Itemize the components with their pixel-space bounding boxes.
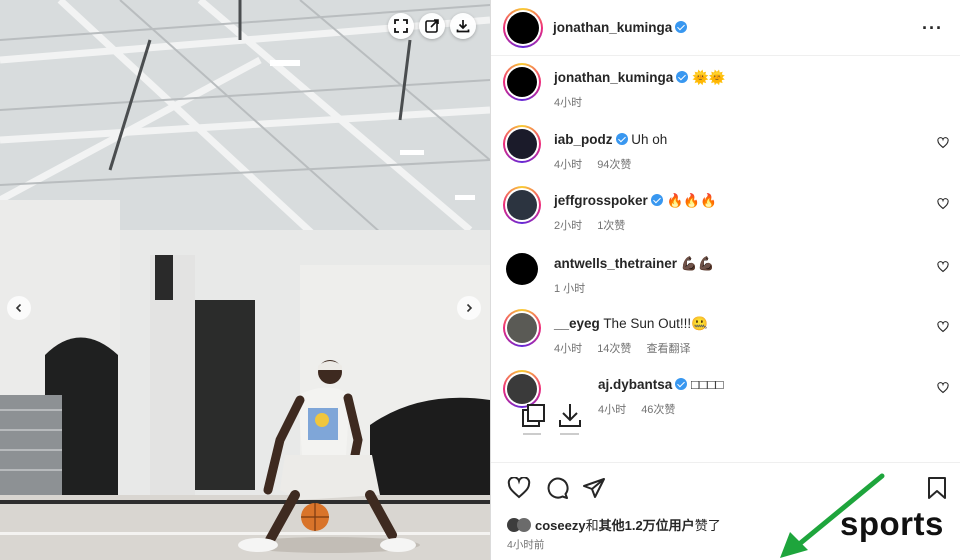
comment-item: jeffgrosspoker 🔥🔥🔥 2小时 1次赞 bbox=[491, 186, 960, 246]
verified-badge-icon bbox=[675, 21, 688, 33]
open-new-button[interactable] bbox=[419, 13, 445, 39]
caption: jonathan_kuminga 🌞🌞 4小时 bbox=[491, 63, 960, 123]
comment-username[interactable]: jeffgrosspoker bbox=[554, 193, 648, 208]
post-header: jonathan_kuminga ··· bbox=[491, 0, 960, 56]
comment-text: Uh oh bbox=[631, 132, 668, 147]
caption-text: 🌞🌞 bbox=[692, 70, 726, 85]
see-translation-link[interactable]: 查看翻译 bbox=[647, 343, 691, 355]
gym-photo-scene bbox=[0, 0, 490, 560]
comment-like-heart-icon[interactable] bbox=[937, 137, 949, 149]
download-icon[interactable] bbox=[557, 402, 583, 436]
fullscreen-icon bbox=[394, 19, 408, 33]
comment-text: The Sun Out!!!🤐 bbox=[603, 316, 708, 331]
previous-photo-button[interactable] bbox=[7, 296, 31, 320]
likes-others-link[interactable]: 其他1.2万位用户 bbox=[599, 518, 695, 533]
comment-time: 4小时 bbox=[598, 404, 627, 416]
liker-avatar bbox=[517, 518, 531, 532]
comment-avatar[interactable] bbox=[506, 253, 538, 285]
chevron-left-icon bbox=[15, 303, 22, 313]
verified-badge-icon bbox=[650, 194, 663, 206]
comment-avatar[interactable] bbox=[503, 186, 541, 224]
verified-badge-icon bbox=[675, 378, 688, 390]
author-avatar[interactable] bbox=[503, 8, 543, 48]
comment-time: 4小时 bbox=[554, 159, 583, 171]
liker-username[interactable]: coseezy bbox=[535, 518, 586, 533]
comment-likes[interactable]: 1次赞 bbox=[597, 220, 625, 232]
comment-like-heart-icon[interactable] bbox=[937, 261, 949, 273]
comment-likes[interactable]: 14次赞 bbox=[597, 343, 631, 355]
comment-time: 4小时 bbox=[554, 343, 583, 355]
download-button[interactable] bbox=[450, 13, 476, 39]
comment-time: 2小时 bbox=[554, 220, 583, 232]
download-icon bbox=[456, 20, 470, 33]
likes-summary: coseezy和其他1.2万位用户赞了 bbox=[507, 515, 721, 534]
comment-like-heart-icon[interactable] bbox=[937, 198, 949, 210]
comment-like-heart-icon[interactable] bbox=[937, 321, 949, 333]
comment-text: 💪🏿💪🏿 bbox=[680, 256, 715, 271]
verified-badge-icon bbox=[615, 133, 628, 145]
post-photo[interactable] bbox=[0, 0, 490, 560]
comment-likes[interactable]: 46次赞 bbox=[641, 404, 675, 416]
comment-text: □□□□ bbox=[691, 377, 724, 392]
post-timestamp: 4小时前 bbox=[507, 539, 545, 551]
comment-icon[interactable] bbox=[545, 476, 569, 500]
caption-time: 4小时 bbox=[554, 97, 583, 109]
fullscreen-button[interactable] bbox=[388, 13, 414, 39]
chevron-right-icon bbox=[466, 303, 473, 313]
comment-item: __eyeg The Sun Out!!!🤐 4小时 14次赞 查看翻译 bbox=[491, 309, 960, 369]
watermark-label: sports bbox=[840, 505, 944, 542]
share-icon[interactable] bbox=[582, 476, 606, 500]
comment-item: antwells_thetrainer 💪🏿💪🏿 1 小时 bbox=[491, 249, 960, 309]
open-new-icon bbox=[425, 19, 439, 33]
next-photo-button[interactable] bbox=[457, 296, 481, 320]
comment-avatar[interactable] bbox=[503, 370, 541, 408]
comment-username[interactable]: antwells_thetrainer bbox=[554, 256, 677, 271]
more-options-icon[interactable]: ··· bbox=[922, 18, 943, 39]
caption-username[interactable]: jonathan_kuminga bbox=[554, 70, 673, 85]
bookmark-icon[interactable] bbox=[927, 476, 947, 500]
comment-time: 1 小时 bbox=[554, 283, 586, 295]
likes-connector: 和 bbox=[585, 518, 599, 533]
comment-text: 🔥🔥🔥 bbox=[666, 193, 717, 208]
comment-username[interactable]: aj.dybantsa bbox=[598, 377, 672, 392]
caption-avatar[interactable] bbox=[503, 63, 541, 101]
comment-avatar[interactable] bbox=[503, 125, 541, 163]
comment-avatar[interactable] bbox=[503, 309, 541, 347]
likes-suffix: 赞了 bbox=[694, 518, 721, 533]
copy-icon[interactable] bbox=[521, 404, 547, 436]
heart-icon[interactable] bbox=[507, 477, 531, 499]
author-username[interactable]: jonathan_kuminga bbox=[553, 20, 672, 35]
comment-item: iab_podz Uh oh 4小时 94次赞 bbox=[491, 125, 960, 185]
author-name-row: jonathan_kuminga bbox=[553, 19, 688, 37]
comment-like-heart-icon[interactable] bbox=[937, 382, 949, 394]
comment-likes[interactable]: 94次赞 bbox=[597, 159, 631, 171]
verified-badge-icon bbox=[676, 71, 689, 83]
comment-username[interactable]: __eyeg bbox=[554, 316, 600, 331]
comment-username[interactable]: iab_podz bbox=[554, 132, 613, 147]
